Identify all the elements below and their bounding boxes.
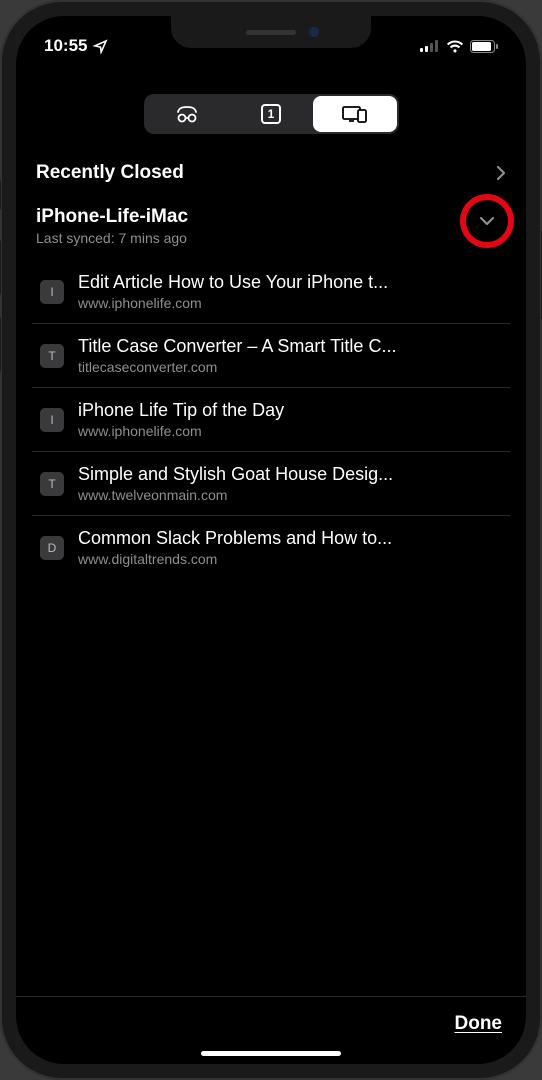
tab-title: Title Case Converter – A Smart Title C..… <box>78 336 506 357</box>
synced-tab-row[interactable]: T Simple and Stylish Goat House Desig... w… <box>32 452 510 516</box>
done-button[interactable]: Done <box>455 1013 503 1035</box>
battery-icon <box>470 40 498 53</box>
favicon-placeholder: I <box>40 280 64 304</box>
synced-tab-row[interactable]: D Common Slack Problems and How to... www.… <box>32 516 510 579</box>
tab-title: iPhone Life Tip of the Day <box>78 400 506 421</box>
synced-tab-row[interactable]: I Edit Article How to Use Your iPhone t..… <box>32 260 510 324</box>
tab-count-icon: 1 <box>261 104 281 124</box>
tab-domain: www.iphonelife.com <box>78 423 506 439</box>
recently-closed-label: Recently Closed <box>36 162 184 184</box>
notch <box>171 16 371 48</box>
wifi-icon <box>446 40 464 53</box>
segment-tabs[interactable]: 1 <box>229 96 313 132</box>
synced-tab-row[interactable]: T Title Case Converter – A Smart Title C.… <box>32 324 510 388</box>
tab-count: 1 <box>268 107 275 121</box>
device-header[interactable]: iPhone-Life-iMac Last synced: 7 mins ago <box>32 198 510 260</box>
recently-closed-header[interactable]: Recently Closed <box>32 152 510 198</box>
tab-mode-segmented-control: 1 <box>144 94 399 134</box>
tab-domain: www.digitaltrends.com <box>78 551 506 567</box>
phone-frame: 10:55 <box>0 0 542 1080</box>
home-indicator[interactable] <box>201 1051 341 1056</box>
tab-domain: www.iphonelife.com <box>78 295 506 311</box>
synced-tabs-list: I Edit Article How to Use Your iPhone t..… <box>32 260 510 579</box>
tab-title: Common Slack Problems and How to... <box>78 528 506 549</box>
screen: 10:55 <box>16 16 526 1064</box>
status-time: 10:55 <box>44 36 87 56</box>
favicon-placeholder: T <box>40 472 64 496</box>
tab-domain: www.twelveonmain.com <box>78 487 506 503</box>
incognito-icon <box>174 105 200 123</box>
synced-tab-row[interactable]: IiPhone Life Tip of the Day www.iphonelif… <box>32 388 510 452</box>
chevron-down-icon[interactable] <box>479 216 495 226</box>
chevron-right-icon <box>496 165 506 181</box>
bottom-toolbar: Done <box>16 996 526 1051</box>
segment-private[interactable] <box>146 96 230 132</box>
favicon-placeholder: D <box>40 536 64 560</box>
tab-title: Simple and Stylish Goat House Desig... <box>78 464 506 485</box>
segment-devices[interactable] <box>313 96 397 132</box>
location-arrow-icon <box>93 39 108 54</box>
favicon-placeholder: T <box>40 344 64 368</box>
device-name: iPhone-Life-iMac <box>36 206 188 228</box>
favicon-placeholder: I <box>40 408 64 432</box>
tab-domain: titlecaseconverter.com <box>78 359 506 375</box>
device-sync-status: Last synced: 7 mins ago <box>36 230 188 246</box>
cellular-signal-icon <box>420 40 440 52</box>
tab-title: Edit Article How to Use Your iPhone t... <box>78 272 506 293</box>
annotation-red-circle <box>460 194 514 248</box>
devices-icon <box>341 105 369 123</box>
